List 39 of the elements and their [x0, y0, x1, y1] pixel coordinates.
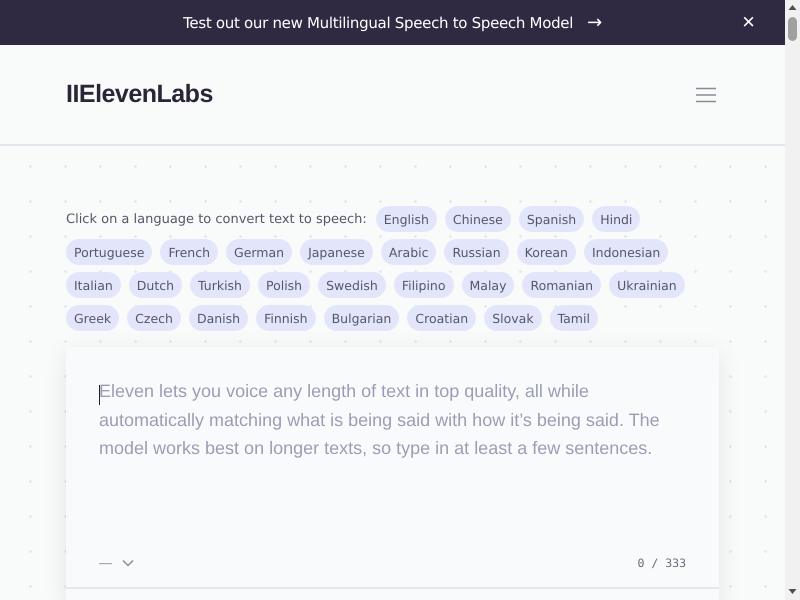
language-chip[interactable]: Finnish: [256, 305, 316, 331]
language-chip[interactable]: Dutch: [128, 272, 182, 298]
language-prompt: Click on a language to convert text to speech:: [66, 212, 367, 226]
language-chip[interactable]: Polish: [258, 272, 310, 298]
language-chip[interactable]: Korean: [516, 239, 576, 265]
language-chip[interactable]: Turkish: [190, 272, 250, 298]
language-chip[interactable]: Italian: [66, 272, 121, 298]
language-chip[interactable]: Arabic: [380, 239, 436, 265]
language-chip[interactable]: Tamil: [550, 305, 598, 331]
logo[interactable]: IIElevenLabs: [66, 80, 213, 109]
language-chip[interactable]: English: [376, 206, 437, 232]
close-button[interactable]: ×: [738, 10, 759, 34]
language-chip[interactable]: Portuguese: [66, 239, 152, 265]
language-chip[interactable]: Greek: [66, 305, 120, 331]
language-chip[interactable]: Malay: [462, 272, 514, 298]
chevron-down-icon: [122, 558, 134, 566]
language-chip[interactable]: Ukrainian: [609, 272, 685, 298]
language-chip[interactable]: Czech: [127, 305, 181, 331]
language-chip[interactable]: Indonesian: [584, 239, 668, 265]
menu-icon: [695, 86, 717, 102]
text-cursor: [99, 385, 100, 405]
language-chip[interactable]: Slovak: [484, 305, 542, 331]
language-chip[interactable]: Romanian: [522, 272, 602, 298]
language-chip[interactable]: Filipino: [394, 272, 454, 298]
language-chip[interactable]: German: [226, 239, 292, 265]
voice-dropdown[interactable]: —: [99, 555, 134, 570]
language-chip[interactable]: Swedish: [318, 272, 386, 298]
language-chip[interactable]: Hindi: [592, 206, 640, 232]
language-chip[interactable]: Danish: [188, 305, 248, 331]
character-counter: 0 / 333: [638, 556, 686, 570]
language-chip[interactable]: Japanese: [300, 239, 373, 265]
language-chip[interactable]: French: [160, 239, 218, 265]
text-input[interactable]: Eleven lets you voice any length of text in top quality, all while automatically matching what is being said with how it’s being said. The model works best on longer texts, so type in at least a few sentences.: [99, 377, 686, 517]
language-chip[interactable]: Bulgarian: [324, 305, 400, 331]
language-chip[interactable]: Spanish: [518, 206, 584, 232]
language-chip[interactable]: Croatian: [407, 305, 476, 331]
language-chip[interactable]: Russian: [444, 239, 509, 265]
language-chip[interactable]: Chinese: [444, 206, 511, 232]
banner-link[interactable]: Test out our new Multilingual Speech to Speech Model →: [183, 12, 602, 33]
